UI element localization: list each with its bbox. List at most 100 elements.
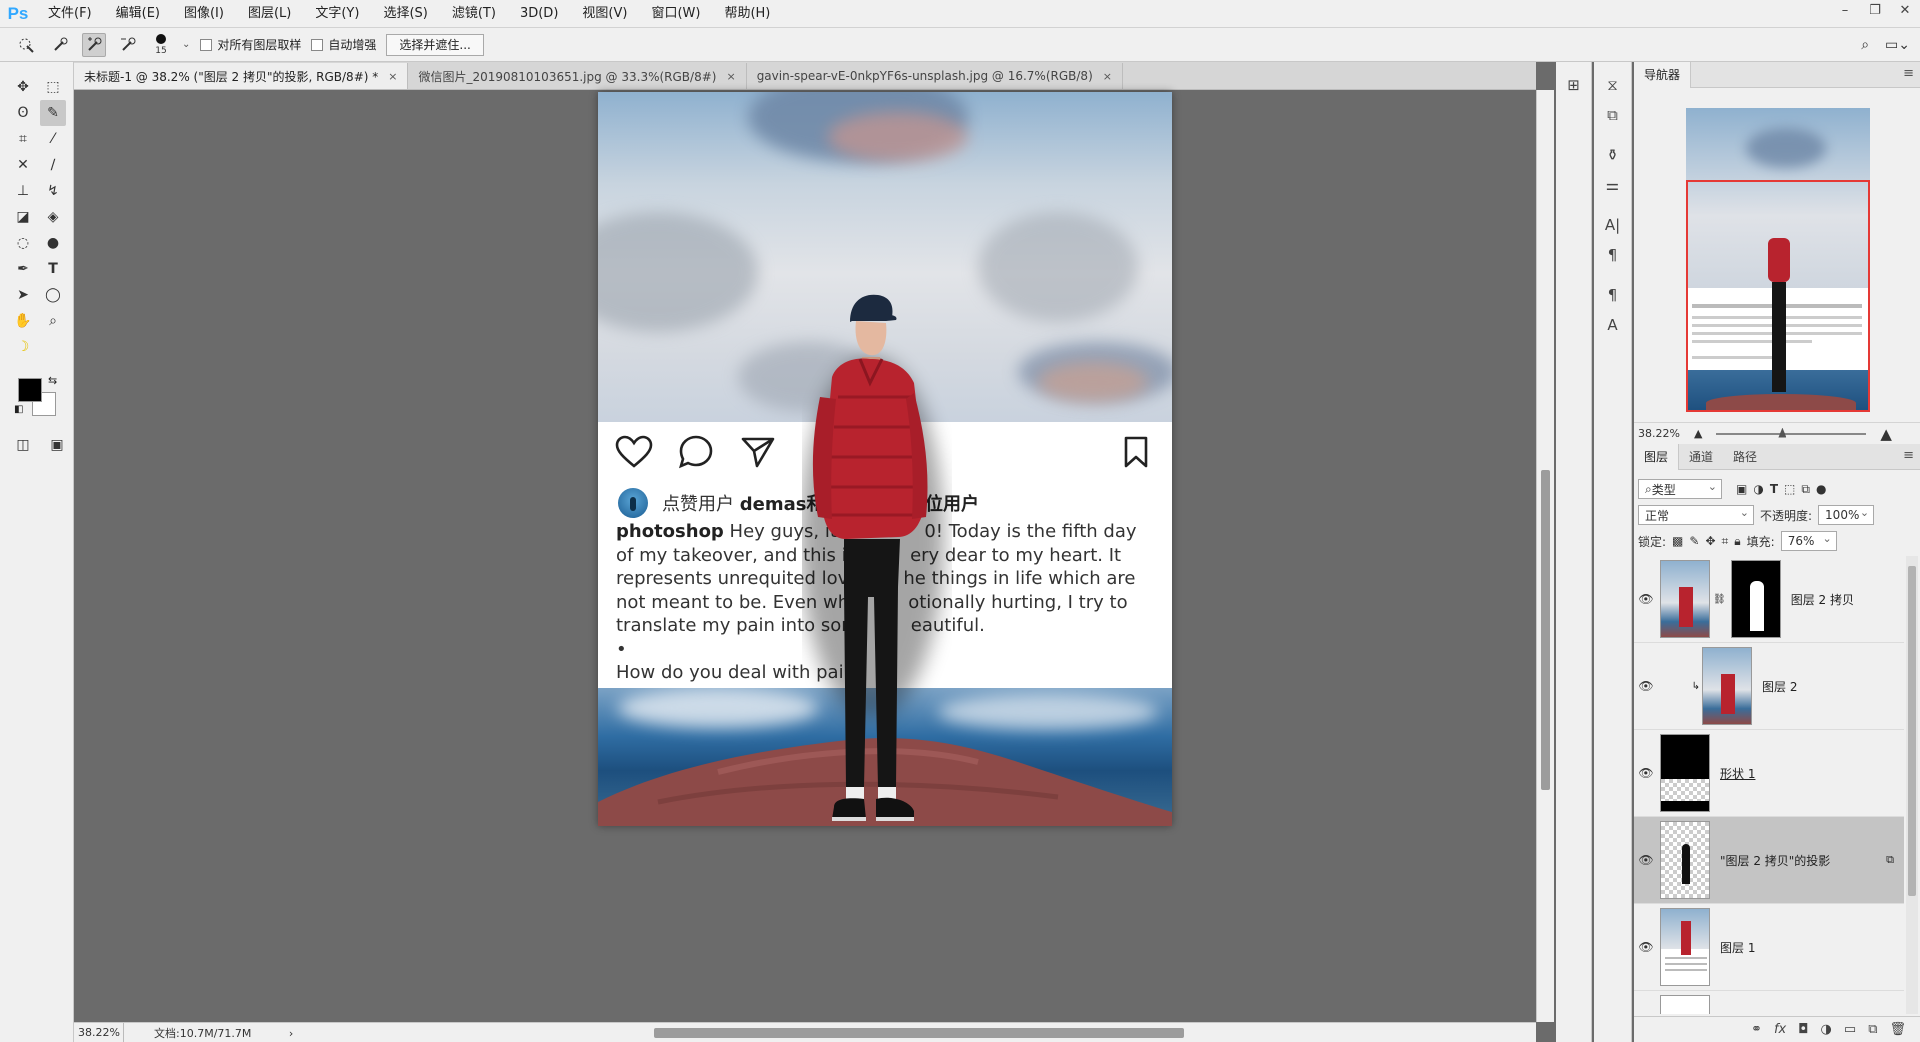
restore-icon[interactable]: ❐ <box>1860 0 1890 20</box>
layer-name[interactable]: "图层 2 拷贝"的投影 <box>1720 852 1830 869</box>
quick-mask-icon[interactable]: ◫ <box>10 432 36 458</box>
status-menu-arrow[interactable]: › <box>289 1027 293 1040</box>
filter-adjustment-icon[interactable]: ◑ <box>1753 482 1763 496</box>
adjustments-icon[interactable]: ⚌ <box>1598 172 1628 198</box>
new-selection-icon[interactable] <box>48 33 72 57</box>
comment-icon[interactable] <box>676 432 716 472</box>
quick-selection-preset-icon[interactable] <box>14 33 38 57</box>
hand-tool-icon[interactable]: ✋ <box>10 308 36 334</box>
brush-size-picker[interactable]: 15 <box>150 31 172 59</box>
eye-icon[interactable]: 👁︎ <box>1634 592 1658 606</box>
layers-scroll-thumb[interactable] <box>1908 566 1916 896</box>
lock-transparency-icon[interactable]: ▩ <box>1672 534 1683 548</box>
layers-scrollbar[interactable] <box>1906 556 1918 1014</box>
path-selection-icon[interactable]: ➤ <box>10 282 36 308</box>
eraser-tool-icon[interactable]: ◪ <box>10 204 36 230</box>
panel-menu-icon[interactable]: ≡ <box>1903 448 1914 463</box>
menu-type[interactable]: 文字(Y) <box>303 0 371 28</box>
move-tool-icon[interactable]: ✥ <box>10 74 36 100</box>
filter-smart-object-icon[interactable]: ⧉ <box>1801 482 1810 497</box>
marquee-tool-icon[interactable]: ⬚ <box>40 74 66 100</box>
foreground-color[interactable] <box>18 378 42 402</box>
filter-pixel-icon[interactable]: ▣ <box>1736 482 1747 496</box>
eye-icon[interactable]: 👁︎ <box>1634 940 1658 954</box>
layer-row[interactable]: 👁︎ ↳ 图层 2 <box>1634 643 1904 730</box>
menu-layer[interactable]: 图层(L) <box>236 0 303 28</box>
tab-document-2[interactable]: 微信图片_20190810103651.jpg @ 33.3%(RGB/8#) … <box>408 63 747 89</box>
share-icon[interactable] <box>738 432 778 472</box>
close-tab-icon[interactable]: × <box>1103 70 1112 83</box>
glyphs-icon[interactable]: A <box>1598 312 1628 338</box>
artboard[interactable]: 点赞用户 demas和其 3位用户 photoshop Hey guys, it'… <box>598 92 1172 826</box>
blend-mode-select[interactable]: 正常 <box>1638 505 1754 525</box>
blur-tool-icon[interactable]: ◌ <box>10 230 36 256</box>
menu-file[interactable]: 文件(F) <box>36 0 104 28</box>
brush-tool-icon[interactable]: ∕ <box>40 152 66 178</box>
navigator-view-box[interactable] <box>1686 180 1870 412</box>
tab-channels[interactable]: 通道 <box>1679 444 1723 470</box>
layer-row[interactable]: 👁︎ 形状 1 <box>1634 730 1904 817</box>
select-and-mask-button[interactable]: 选择并遮住... <box>386 33 484 56</box>
filter-shape-icon[interactable]: ⬚ <box>1784 482 1795 496</box>
menu-window[interactable]: 窗口(W) <box>639 0 712 28</box>
layer-row-selected[interactable]: 👁︎ "图层 2 拷贝"的投影 ⧉ <box>1634 817 1904 904</box>
menu-image[interactable]: 图像(I) <box>172 0 236 28</box>
layer-filter-select[interactable]: ⌕ 类型 <box>1638 479 1722 499</box>
menu-3d[interactable]: 3D(D) <box>508 0 570 28</box>
lock-artboard-icon[interactable]: ⌗ <box>1722 534 1729 549</box>
tab-navigator[interactable]: 导航器 <box>1634 61 1692 88</box>
eyedropper-tool-icon[interactable]: ⁄ <box>40 126 66 152</box>
default-colors-icon[interactable]: ◧ <box>14 404 23 415</box>
new-layer-icon[interactable]: ⧉ <box>1868 1022 1877 1037</box>
minimize-icon[interactable]: – <box>1830 0 1860 20</box>
fx-icon[interactable]: fx <box>1774 1022 1786 1037</box>
subtract-from-selection-icon[interactable] <box>116 33 140 57</box>
eye-icon[interactable]: 👁︎ <box>1634 853 1658 867</box>
navigator-zoom-value[interactable]: 38.22% <box>1638 427 1680 440</box>
chevron-down-icon[interactable]: ⌄ <box>182 39 190 50</box>
pen-tool-icon[interactable]: ✒ <box>10 256 36 282</box>
menu-select[interactable]: 选择(S) <box>371 0 439 28</box>
heart-icon[interactable] <box>614 432 654 472</box>
layer-name[interactable]: 图层 1 <box>1720 939 1755 956</box>
menu-view[interactable]: 视图(V) <box>570 0 639 28</box>
eye-icon[interactable]: 👁︎ <box>1634 679 1658 693</box>
menu-edit[interactable]: 编辑(E) <box>104 0 172 28</box>
search-icon[interactable]: ⌕ <box>1861 37 1869 53</box>
zoom-out-icon[interactable]: ▲ <box>1694 427 1702 440</box>
lock-all-icon[interactable]: 🔒︎ <box>1734 534 1740 549</box>
stamp-tool-icon[interactable]: ⊥ <box>10 178 36 204</box>
lock-pixels-icon[interactable]: ✎ <box>1689 534 1699 548</box>
ellipse-tool-icon[interactable]: ◯ <box>40 282 66 308</box>
screen-mode-icon[interactable]: ▣ <box>44 432 70 458</box>
paragraph-styles-icon[interactable]: ¶ <box>1598 282 1628 308</box>
zoom-tool-icon[interactable]: ⌕ <box>40 308 66 334</box>
eye-icon[interactable]: 👁︎ <box>1634 766 1658 780</box>
history-brush-icon[interactable]: ↯ <box>40 178 66 204</box>
menu-filter[interactable]: 滤镜(T) <box>440 0 508 28</box>
status-zoom[interactable]: 38.22% <box>74 1022 124 1042</box>
actions-icon[interactable]: ⧉ <box>1598 102 1628 128</box>
healing-tool-icon[interactable]: ✕ <box>10 152 36 178</box>
zoom-in-icon[interactable]: ▲ <box>1880 425 1892 443</box>
vertical-scrollbar[interactable] <box>1536 90 1554 1022</box>
banana-icon[interactable]: ☽ <box>10 334 36 360</box>
bookmark-icon[interactable] <box>1116 432 1156 472</box>
adjustment-layer-icon[interactable]: ◑ <box>1821 1022 1832 1037</box>
tab-layers[interactable]: 图层 <box>1634 443 1680 470</box>
tab-paths[interactable]: 路径 <box>1723 444 1767 470</box>
new-group-icon[interactable]: ▭ <box>1844 1022 1856 1037</box>
quick-selection-tool-icon[interactable]: ✎ <box>40 100 66 126</box>
layer-name[interactable]: 图层 2 拷贝 <box>1791 591 1854 608</box>
layer-row-background[interactable] <box>1634 991 1904 1014</box>
lock-position-icon[interactable]: ✥ <box>1705 534 1715 548</box>
sample-all-layers-checkbox[interactable]: 对所有图层取样 <box>200 36 301 53</box>
close-icon[interactable]: ✕ <box>1890 0 1920 20</box>
color-swatches[interactable]: ⇆ ◧ <box>14 374 64 420</box>
horizontal-scroll-thumb[interactable] <box>654 1028 1184 1038</box>
canvas-area[interactable]: 点赞用户 demas和其 3位用户 photoshop Hey guys, it'… <box>74 90 1536 1022</box>
layer-name[interactable]: 图层 2 <box>1762 678 1797 695</box>
filter-type-icon[interactable]: T <box>1770 482 1778 496</box>
filter-toggle-icon[interactable]: ● <box>1816 482 1826 496</box>
vertical-scroll-thumb[interactable] <box>1541 470 1550 790</box>
